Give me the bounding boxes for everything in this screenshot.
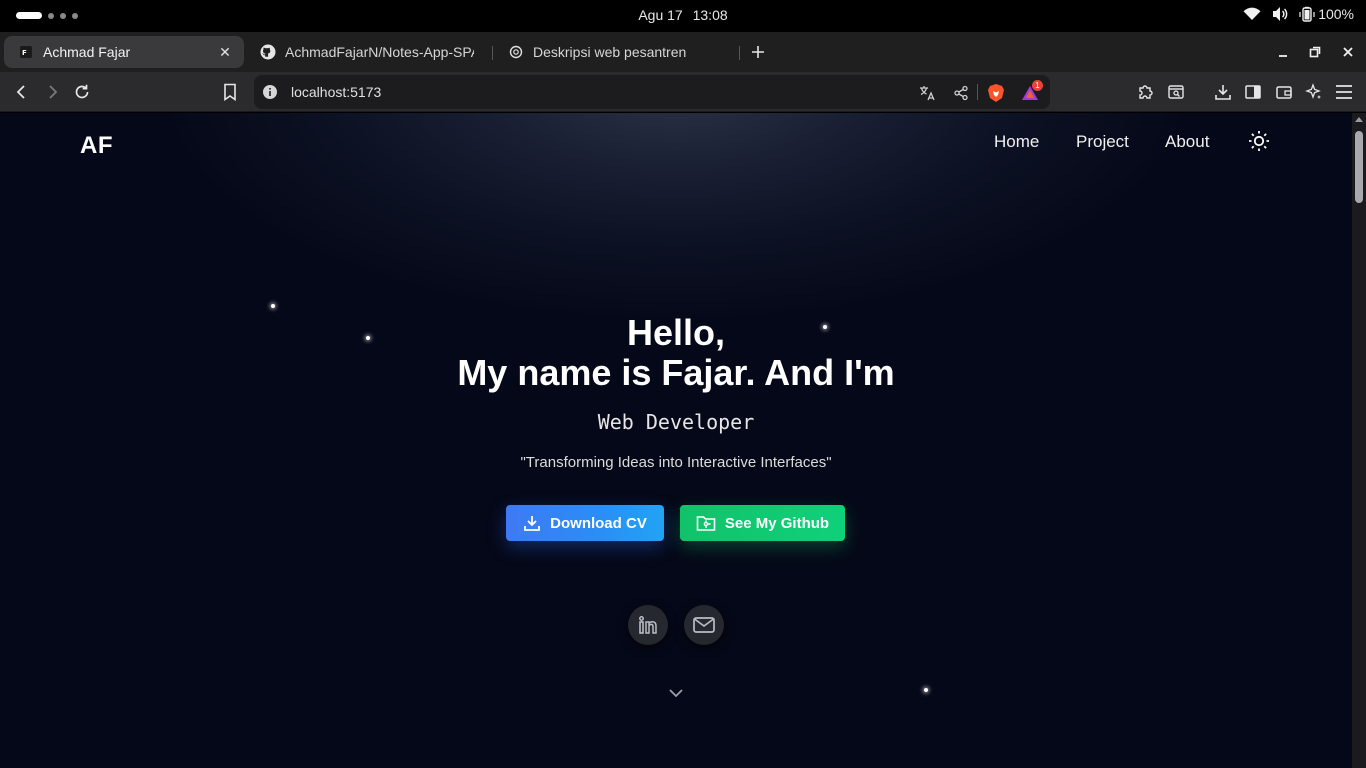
translate-button[interactable] — [916, 82, 938, 104]
address-bar[interactable]: localhost:5173 1 — [254, 75, 1050, 109]
downloads-button[interactable] — [1211, 80, 1235, 104]
nav-link-home[interactable]: Home — [994, 132, 1039, 152]
openai-icon — [508, 44, 524, 60]
plus-icon — [752, 46, 764, 58]
wifi-icon — [1243, 7, 1261, 21]
site-logo[interactable]: AF — [80, 132, 113, 160]
arrow-left-icon — [16, 85, 25, 99]
leo-ai-button[interactable] — [1302, 80, 1326, 104]
minimize-icon — [1279, 55, 1287, 57]
arrow-right-icon — [49, 85, 58, 99]
restore-window-button[interactable] — [1303, 40, 1327, 64]
battery-status: 100% — [1299, 6, 1354, 22]
hero-intro: My name is Fajar. And I'm — [457, 352, 895, 393]
brave-shields-button[interactable] — [985, 82, 1007, 104]
clock-time: 13:08 — [692, 7, 728, 23]
restore-icon — [1309, 46, 1321, 58]
clock[interactable]: Agu 17 13:08 — [0, 7, 1366, 23]
system-tray[interactable]: 100% — [1243, 6, 1354, 22]
sun-icon — [1249, 131, 1269, 151]
back-button[interactable] — [10, 80, 34, 104]
battery-percent: 100% — [1318, 6, 1354, 22]
tab-separator — [492, 46, 493, 60]
page-scrollbar[interactable] — [1352, 113, 1366, 768]
linkedin-button[interactable] — [628, 605, 668, 645]
download-icon — [1215, 85, 1231, 100]
tab-deskripsi-web-pesantren[interactable]: Deskripsi web pesantren — [494, 36, 734, 68]
hero-greeting: Hello, — [626, 312, 725, 353]
puzzle-icon — [1139, 85, 1153, 99]
bookmark-icon — [224, 83, 236, 101]
tab-achmad-fajar[interactable]: F Achmad Fajar ✕ — [4, 36, 244, 68]
site-info-icon[interactable] — [262, 84, 278, 105]
star-decoration — [271, 304, 275, 308]
download-icon — [524, 516, 541, 531]
hamburger-menu-icon — [1336, 85, 1352, 99]
hero-role: Web Developer — [597, 410, 755, 434]
translate-icon — [920, 86, 935, 101]
page-viewport: AF Home Project About Hello, My name is … — [0, 113, 1352, 768]
af-favicon-icon: F — [18, 44, 34, 60]
sparkle-icon — [1305, 83, 1321, 99]
tab-title: AchmadFajarN/Notes-App-SPA — [285, 44, 474, 60]
brave-rewards-button[interactable]: 1 — [1019, 80, 1043, 104]
email-button[interactable] — [684, 605, 724, 645]
scrollbar-thumb[interactable] — [1355, 131, 1363, 203]
nav-link-project[interactable]: Project — [1076, 132, 1129, 152]
see-github-button[interactable]: See My Github — [680, 505, 845, 541]
close-icon — [1343, 47, 1353, 57]
minimize-window-button[interactable] — [1271, 40, 1295, 64]
reload-icon — [75, 84, 89, 99]
tab-separator — [739, 46, 740, 60]
url-text: localhost:5173 — [291, 84, 382, 100]
hero-tagline: "Transforming Ideas into Interactive Int… — [520, 454, 832, 471]
sidebar-icon — [1245, 85, 1261, 99]
forward-button[interactable] — [40, 80, 64, 104]
clock-date: Agu 17 — [638, 7, 683, 23]
close-tab-icon[interactable]: ✕ — [216, 43, 234, 61]
omnibox-separator — [977, 84, 978, 100]
scroll-down-button[interactable] — [667, 684, 685, 702]
close-window-button[interactable] — [1336, 40, 1360, 64]
reader-search-icon — [1168, 85, 1184, 99]
main-menu-button[interactable] — [1332, 80, 1356, 104]
tab-title: Deskripsi web pesantren — [533, 44, 687, 60]
sidebar-button[interactable] — [1241, 80, 1265, 104]
svg-text:F: F — [22, 49, 27, 57]
theme-toggle-button[interactable] — [1247, 129, 1271, 153]
nav-link-about[interactable]: About — [1165, 132, 1209, 152]
volume-icon — [1271, 6, 1289, 22]
chevron-down-icon — [669, 689, 683, 698]
reload-button[interactable] — [70, 80, 94, 104]
bookmark-button[interactable] — [218, 80, 242, 104]
see-github-label: See My Github — [724, 514, 830, 532]
linkedin-icon — [639, 616, 657, 634]
wallet-icon — [1276, 86, 1292, 99]
tab-strip: F Achmad Fajar ✕ AchmadFajarN/Notes-App-… — [0, 32, 1366, 72]
extensions-button[interactable] — [1134, 80, 1158, 104]
mail-icon — [693, 617, 715, 633]
star-decoration — [924, 688, 928, 692]
share-button[interactable] — [950, 82, 972, 104]
tab-github-notes-app[interactable]: AchmadFajarN/Notes-App-SPA — [246, 36, 484, 68]
new-tab-button[interactable] — [746, 40, 770, 64]
battery-icon — [1299, 6, 1315, 22]
share-icon — [954, 85, 968, 101]
folder-git-icon — [696, 516, 716, 531]
browser-toolbar: localhost:5173 1 — [0, 72, 1366, 112]
reader-mode-button[interactable] — [1164, 80, 1188, 104]
tab-title: Achmad Fajar — [43, 44, 131, 60]
download-cv-button[interactable]: Download CV — [506, 505, 664, 541]
rewards-badge: 1 — [1032, 80, 1043, 91]
wallet-button[interactable] — [1272, 80, 1296, 104]
download-cv-label: Download CV — [550, 514, 647, 532]
github-icon — [260, 44, 276, 60]
brave-lion-icon — [988, 84, 1004, 102]
system-top-bar: Agu 17 13:08 100% — [0, 0, 1366, 32]
scroll-up-arrow-icon[interactable] — [1355, 117, 1363, 122]
